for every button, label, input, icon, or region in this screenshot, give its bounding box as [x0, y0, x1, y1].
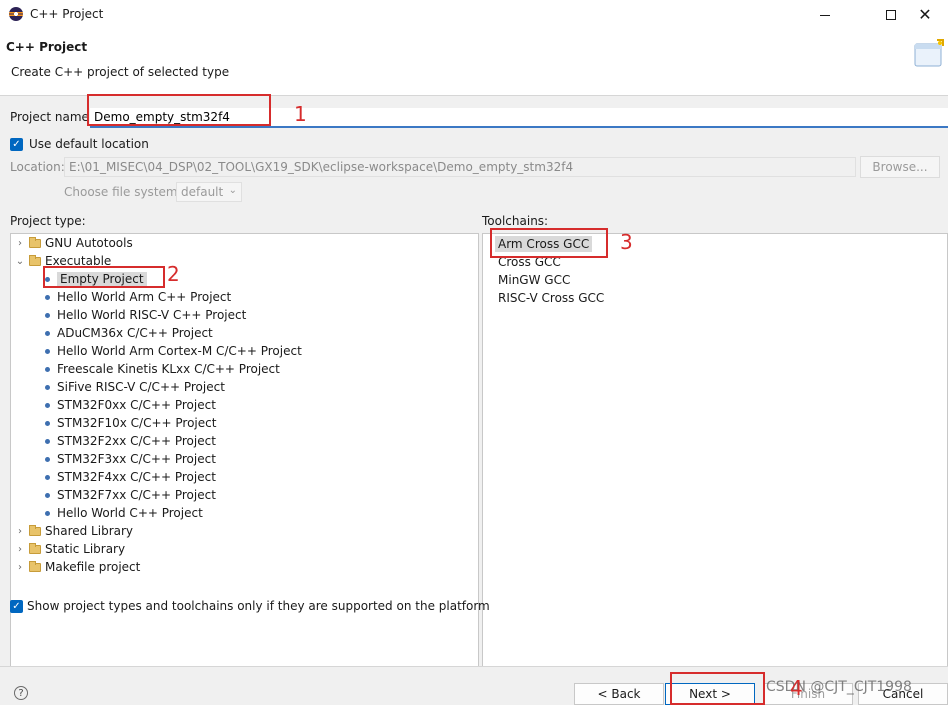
- tree-item-label: Freescale Kinetis KLxx C/C++ Project: [57, 362, 280, 376]
- annotation-number-3: 3: [620, 230, 633, 254]
- project-template-icon: [45, 402, 50, 408]
- toolchains-label: Toolchains:: [482, 214, 549, 228]
- project-template-icon: [45, 474, 50, 480]
- project-template-icon: [45, 366, 50, 372]
- tree-folder-makefile-project[interactable]: › Makefile project: [15, 558, 140, 576]
- chevron-right-icon[interactable]: ›: [15, 526, 25, 537]
- tree-folder-gnu-autotools[interactable]: › GNU Autotools: [15, 234, 133, 252]
- project-template-icon: [45, 492, 50, 498]
- annotation-box-3: [490, 228, 608, 258]
- location-label: Location:: [10, 160, 65, 174]
- wizard-body: Project name: ✓ Use default location Loc…: [0, 96, 948, 688]
- tree-item-label: GNU Autotools: [45, 236, 133, 250]
- tree-item[interactable]: STM32F2xx C/C++ Project: [45, 432, 216, 450]
- project-name-label: Project name:: [10, 110, 93, 124]
- tree-folder-shared-library[interactable]: › Shared Library: [15, 522, 133, 540]
- chevron-right-icon[interactable]: ›: [15, 238, 25, 249]
- tree-item[interactable]: STM32F4xx C/C++ Project: [45, 468, 216, 486]
- project-template-icon: [45, 294, 50, 300]
- show-supported-label: Show project types and toolchains only i…: [27, 599, 490, 613]
- project-template-icon: [45, 438, 50, 444]
- tree-item-label: STM32F2xx C/C++ Project: [57, 434, 216, 448]
- tree-item[interactable]: Hello World Arm C++ Project: [45, 288, 231, 306]
- project-template-icon: [45, 348, 50, 354]
- back-button[interactable]: < Back: [574, 683, 664, 705]
- tree-item[interactable]: Hello World Arm Cortex-M C/C++ Project: [45, 342, 302, 360]
- tree-item-label: STM32F10x C/C++ Project: [57, 416, 217, 430]
- window-title: C++ Project: [30, 7, 104, 21]
- tree-item-label: Hello World Arm Cortex-M C/C++ Project: [57, 344, 302, 358]
- tree-item-label: STM32F3xx C/C++ Project: [57, 452, 216, 466]
- tree-item-label: STM32F4xx C/C++ Project: [57, 470, 216, 484]
- wizard-header: C++ Project Create C++ project of select…: [0, 30, 948, 96]
- project-template-icon: [45, 312, 50, 318]
- tree-item[interactable]: Freescale Kinetis KLxx C/C++ Project: [45, 360, 280, 378]
- minimize-button[interactable]: [802, 0, 848, 30]
- show-supported-checkbox[interactable]: ✓: [10, 600, 23, 613]
- tree-item[interactable]: STM32F7xx C/C++ Project: [45, 486, 216, 504]
- close-icon: ✕: [918, 5, 932, 24]
- minimize-icon: [820, 14, 830, 16]
- toolchains-list[interactable]: Arm Cross GCC Cross GCC MinGW GCC RISC-V…: [482, 233, 948, 688]
- annotation-number-4: 4: [790, 676, 803, 700]
- tree-item-label: Static Library: [45, 542, 126, 556]
- watermark: CSDN @CJT_CJT1998: [766, 679, 912, 695]
- tree-item-label: Shared Library: [45, 524, 134, 538]
- toolchain-riscv-cross-gcc[interactable]: RISC-V Cross GCC: [498, 291, 604, 305]
- folder-icon: [29, 542, 41, 554]
- tree-item-label: Hello World Arm C++ Project: [57, 290, 232, 304]
- tree-item-label: STM32F7xx C/C++ Project: [57, 488, 216, 502]
- close-button[interactable]: ✕: [902, 0, 948, 30]
- toolchain-mingw-gcc[interactable]: MinGW GCC: [498, 273, 570, 287]
- folder-icon: [29, 560, 41, 572]
- eclipse-icon: [9, 7, 23, 21]
- annotation-box-2: [43, 266, 165, 288]
- wizard-description: Create C++ project of selected type: [11, 65, 230, 79]
- annotation-box-4: [670, 672, 765, 705]
- tree-item-label: ADuCM36x C/C++ Project: [57, 326, 213, 340]
- tree-item-label: Makefile project: [45, 560, 141, 574]
- tree-item[interactable]: STM32F10x C/C++ Project: [45, 414, 216, 432]
- project-type-tree[interactable]: › GNU Autotools ⌄ Executable Empty Proje…: [10, 233, 479, 688]
- help-icon[interactable]: ?: [14, 686, 28, 700]
- tree-item[interactable]: Hello World C++ Project: [45, 504, 203, 522]
- folder-icon: [29, 524, 41, 536]
- project-template-icon: [45, 456, 50, 462]
- annotation-number-2: 2: [167, 262, 180, 286]
- chevron-down-icon[interactable]: ⌄: [15, 256, 25, 267]
- file-system-label: Choose file system:: [64, 185, 182, 199]
- browse-button[interactable]: Browse...: [860, 156, 940, 178]
- folder-open-icon: [29, 254, 41, 266]
- project-template-icon: [45, 420, 50, 426]
- file-system-value: default: [181, 185, 224, 199]
- use-default-location-checkbox[interactable]: ✓: [10, 138, 23, 151]
- tree-item-label: Hello World C++ Project: [57, 506, 203, 520]
- wizard-title: C++ Project: [6, 40, 88, 54]
- tree-item-label: SiFive RISC-V C/C++ Project: [57, 380, 225, 394]
- maximize-icon: [886, 10, 896, 20]
- use-default-location-label: Use default location: [29, 137, 149, 151]
- folder-icon: [29, 236, 41, 248]
- annotation-box-1: [87, 94, 271, 126]
- tree-folder-static-library[interactable]: › Static Library: [15, 540, 125, 558]
- file-system-select[interactable]: default ⌄: [176, 182, 242, 202]
- project-type-label: Project type:: [10, 214, 86, 228]
- tree-item[interactable]: ADuCM36x C/C++ Project: [45, 324, 213, 342]
- tree-item-label: STM32F0xx C/C++ Project: [57, 398, 216, 412]
- tree-item[interactable]: Hello World RISC-V C++ Project: [45, 306, 246, 324]
- tree-item[interactable]: SiFive RISC-V C/C++ Project: [45, 378, 225, 396]
- chevron-right-icon[interactable]: ›: [15, 562, 25, 573]
- project-template-icon: [45, 510, 50, 516]
- project-template-icon: [45, 384, 50, 390]
- chevron-right-icon[interactable]: ›: [15, 544, 25, 555]
- project-template-icon: [45, 330, 50, 336]
- location-input[interactable]: E:\01_MISEC\04_DSP\02_TOOL\GX19_SDK\ecli…: [64, 157, 856, 177]
- tree-item-label: Hello World RISC-V C++ Project: [57, 308, 247, 322]
- new-project-wizard-icon: [914, 39, 944, 67]
- tree-item[interactable]: STM32F0xx C/C++ Project: [45, 396, 216, 414]
- annotation-number-1: 1: [294, 102, 307, 126]
- tree-item[interactable]: STM32F3xx C/C++ Project: [45, 450, 216, 468]
- title-bar: C++ Project ✕: [0, 0, 948, 30]
- chevron-down-icon: ⌄: [228, 185, 237, 196]
